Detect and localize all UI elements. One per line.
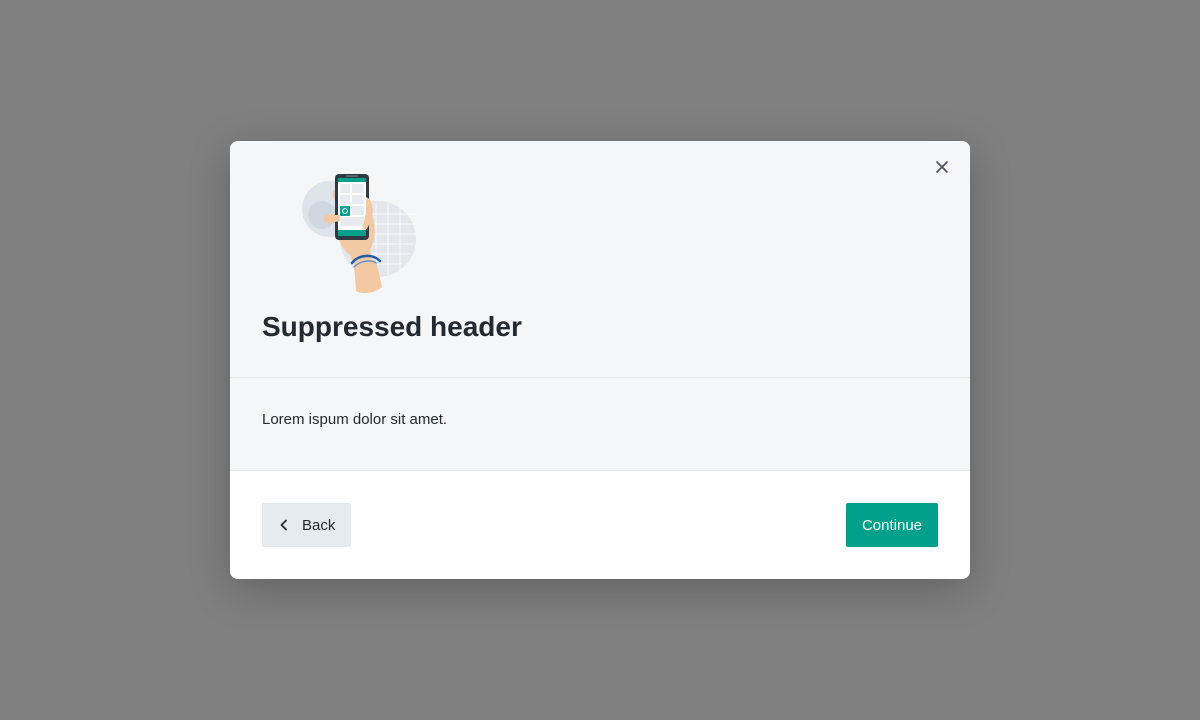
modal-title: Suppressed header — [262, 311, 522, 342]
chevron-left-icon — [278, 519, 290, 531]
modal-body: Lorem ispum dolor sit amet. — [230, 378, 970, 471]
phone-in-hand-illustration — [302, 174, 416, 294]
modal-footer: Back Continue — [230, 471, 970, 579]
modal-header: Suppressed header — [230, 141, 970, 378]
back-button-label: Back — [302, 516, 336, 534]
modal-dialog: Suppressed header Lorem ispum dolor sit … — [230, 141, 970, 579]
modal-body-text: Lorem ispum dolor sit amet. — [262, 411, 448, 428]
close-icon — [936, 161, 948, 173]
back-button[interactable]: Back — [262, 503, 351, 547]
close-button[interactable] — [930, 155, 954, 179]
continue-button[interactable]: Continue — [846, 503, 938, 547]
